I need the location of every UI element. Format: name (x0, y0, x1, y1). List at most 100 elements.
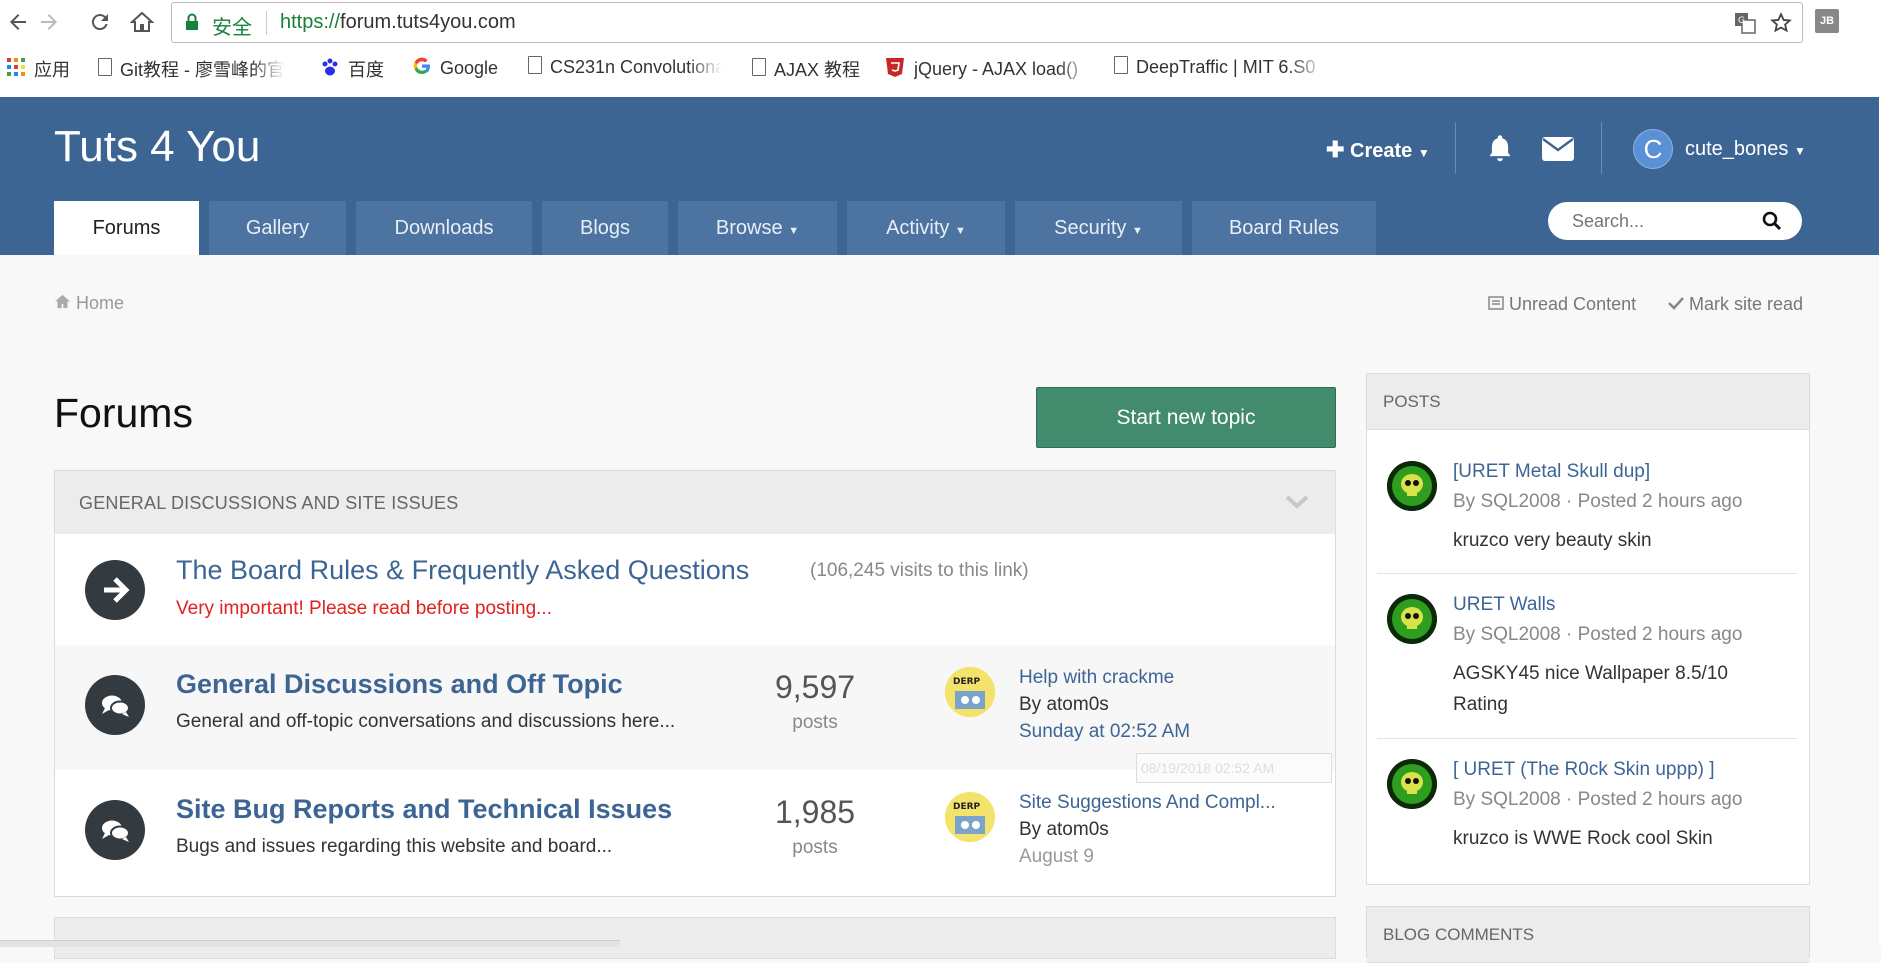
search-icon[interactable] (1762, 211, 1782, 236)
bookmark-label: Google (440, 58, 499, 78)
forum-row-bug-reports: Site Bug Reports and Technical Issues Bu… (55, 770, 1335, 895)
post-divider (1377, 573, 1797, 574)
category-header[interactable]: GENERAL DISCUSSIONS AND SITE ISSUES (55, 471, 1335, 535)
caret-down-icon: ▼ (1131, 225, 1143, 237)
bookmark-label: CS231n Convolutiona (550, 56, 722, 77)
post-meta: By SQL2008 · Posted 2 hours ago (1453, 491, 1743, 512)
header-divider (1601, 122, 1602, 174)
chat-bubbles-icon (85, 800, 145, 860)
bookmark-baidu[interactable]: 百度 (320, 56, 384, 82)
bookmark-google[interactable]: Google (412, 56, 498, 82)
bookmark-jquery[interactable]: jQuery - AJAX load() (884, 56, 1094, 82)
last-poster-avatar[interactable]: DERP (945, 667, 995, 717)
unread-content-link[interactable]: Unread Content (1488, 294, 1636, 315)
forum-description: Bugs and issues regarding this website a… (176, 836, 613, 857)
google-g-icon (412, 56, 432, 81)
post-body: AGSKY45 nice Wallpaper 8.5/10 Rating (1453, 663, 1728, 715)
forward-icon[interactable] (37, 10, 61, 34)
tab-forums[interactable]: Forums (54, 201, 199, 255)
last-post-title[interactable]: Site Suggestions And Compl... (1019, 792, 1276, 814)
post-count: 9,597 (774, 669, 856, 705)
tab-browse[interactable]: Browse ▼ (678, 201, 837, 255)
forum-title[interactable]: General Discussions and Off Topic (176, 669, 623, 700)
caret-down-icon: ▼ (1417, 146, 1430, 160)
last-poster-avatar[interactable]: DERP (945, 792, 995, 842)
timestamp-tooltip: 08/19/2018 02:52 AM (1136, 753, 1332, 783)
tab-board-rules[interactable]: Board Rules (1192, 201, 1376, 255)
bookmark-cs231n[interactable]: CS231n Convolutiona (528, 56, 722, 82)
caret-down-icon: ▼ (788, 225, 800, 237)
post-divider (1377, 738, 1797, 739)
tab-label: Activity (886, 217, 950, 239)
bookmark-apps[interactable]: 应用 (6, 56, 70, 82)
translate-icon[interactable]: G (1734, 12, 1756, 40)
tab-label: Browse (715, 217, 783, 239)
widget-header: BLOG COMMENTS (1367, 907, 1809, 963)
header-divider (1455, 122, 1456, 174)
url-text[interactable]: https://forum.tuts4you.com (280, 11, 516, 34)
collapse-chevron-icon[interactable] (1285, 495, 1309, 514)
post-title[interactable]: [URET Metal Skull dup] (1453, 461, 1650, 483)
user-menu[interactable]: cute_bones ▼ (1685, 138, 1806, 161)
address-bar[interactable]: 安全 https://forum.tuts4you.com G (171, 2, 1803, 43)
last-post-author[interactable]: By atom0s (1019, 819, 1109, 841)
create-menu[interactable]: ✚ Create ▼ (1326, 137, 1430, 163)
page-icon (98, 58, 112, 76)
url-protocol: https:// (280, 11, 341, 33)
user-avatar[interactable]: C (1633, 129, 1673, 169)
tab-label: Security (1054, 217, 1127, 239)
post-body: kruzco very beauty skin (1453, 530, 1652, 551)
forum-row-general: General Discussions and Off Topic Genera… (55, 645, 1335, 770)
post-meta: By SQL2008 · Posted 2 hours ago (1453, 624, 1743, 645)
bookmark-git[interactable]: Git教程 - 廖雪峰的官 (98, 56, 285, 82)
extension-icon[interactable]: JB (1815, 9, 1839, 33)
forum-description: Very important! Please read before posti… (176, 598, 552, 619)
search-input[interactable] (1570, 210, 1754, 233)
tab-label: Board Rules (1228, 217, 1340, 239)
bookmark-ajax[interactable]: AJAX 教程 (752, 56, 860, 82)
mark-read-label: Mark site read (1689, 294, 1804, 314)
skull-avatar[interactable] (1387, 759, 1437, 809)
tab-blogs[interactable]: Blogs (542, 201, 668, 255)
envelope-icon[interactable] (1542, 137, 1574, 166)
bookmarks-bar: 应用 Git教程 - 廖雪峰的官 百度 Google CS231n Convol… (0, 56, 1881, 82)
tab-gallery[interactable]: Gallery (209, 201, 346, 255)
last-post-title[interactable]: Help with crackme (1019, 667, 1174, 689)
post-meta: By SQL2008 · Posted 2 hours ago (1453, 789, 1743, 810)
breadcrumb-home[interactable]: Home (76, 293, 124, 313)
page-icon (752, 58, 766, 76)
post-body: kruzco is WWE Rock cool Skin (1453, 828, 1713, 849)
bookmark-star-icon[interactable] (1770, 12, 1792, 40)
bell-icon[interactable] (1486, 133, 1514, 168)
breadcrumb[interactable]: Home (54, 293, 124, 314)
skull-avatar[interactable] (1387, 594, 1437, 644)
skull-avatar[interactable] (1387, 461, 1437, 511)
back-icon[interactable] (6, 10, 30, 34)
forum-title[interactable]: The Board Rules & Frequently Asked Quest… (176, 555, 749, 586)
forum-title[interactable]: Site Bug Reports and Technical Issues (176, 794, 672, 825)
security-label: 安全 (212, 17, 252, 39)
tab-downloads[interactable]: Downloads (356, 201, 532, 255)
home-icon[interactable] (129, 10, 155, 34)
category-title: GENERAL DISCUSSIONS AND SITE ISSUES (79, 493, 459, 513)
tab-activity[interactable]: Activity ▼ (847, 201, 1005, 255)
last-post-time[interactable]: Sunday at 02:52 AM (1019, 721, 1190, 743)
post-title[interactable]: [ URET (The R0ck Skin uppp) ] (1453, 759, 1715, 781)
search-box[interactable] (1548, 202, 1802, 240)
site-title[interactable]: Tuts 4 You (54, 122, 260, 172)
start-new-topic-button[interactable]: Start new topic (1036, 387, 1336, 448)
tab-label: Forums (92, 217, 161, 239)
post-title[interactable]: URET Walls (1453, 594, 1555, 616)
unread-icon (1488, 294, 1509, 314)
post-count-label: posts (792, 837, 838, 858)
tab-security[interactable]: Security ▼ (1015, 201, 1182, 255)
bookmark-deeptraffic[interactable]: DeepTraffic | MIT 6.S0 (1114, 56, 1326, 82)
chat-bubbles-icon (85, 675, 145, 735)
reload-icon[interactable] (88, 10, 112, 34)
check-icon (1668, 294, 1689, 314)
mark-site-read-link[interactable]: Mark site read (1668, 294, 1803, 315)
last-post-author[interactable]: By atom0s (1019, 694, 1109, 716)
forum-category-next (54, 917, 1336, 959)
avatar-text: DERP (953, 677, 981, 687)
last-post-time[interactable]: August 9 (1019, 846, 1094, 868)
